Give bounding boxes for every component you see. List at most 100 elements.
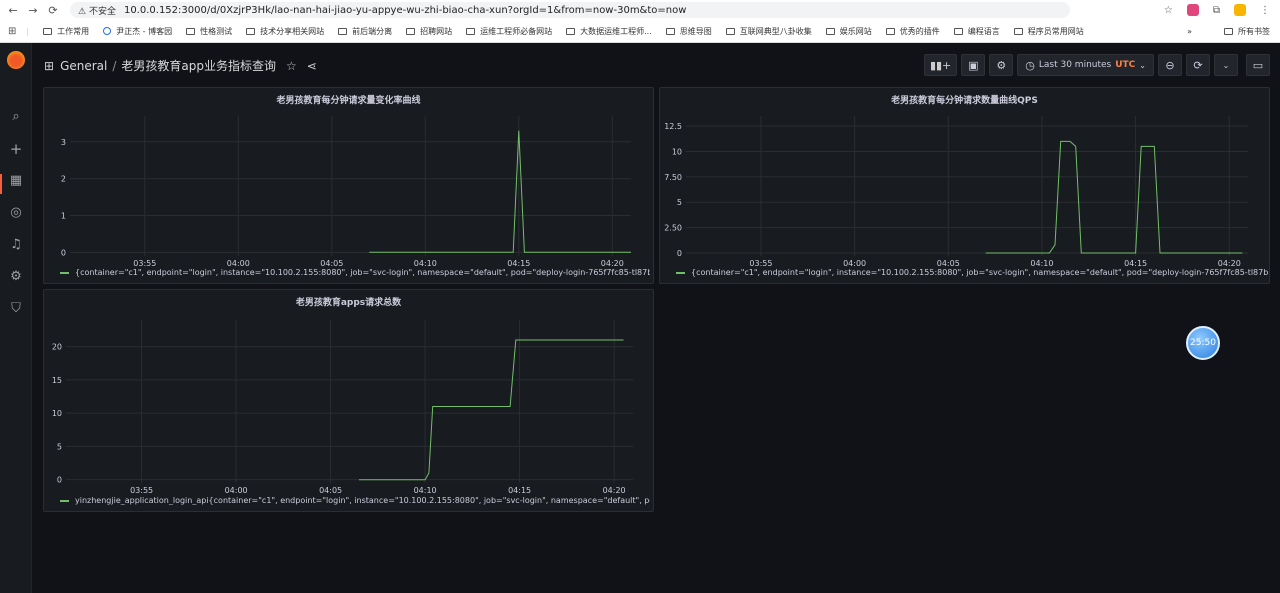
x-tick-label: 04:15 [507,259,530,268]
bookmark-item[interactable]: 性格测试 [186,26,232,37]
series-line [359,339,624,481]
bookmark-item[interactable]: 工作常用 [43,26,89,37]
zoom-out-button[interactable]: ⊖ [1158,54,1182,76]
bookmark-label: 技术分享相关网站 [260,26,325,36]
bookmark-item[interactable]: 前后端分离 [338,26,392,37]
alerting-bell-icon[interactable]: ♫ [8,237,24,253]
panel-legend[interactable]: {container="c1", endpoint="login", insta… [676,268,1268,277]
more-bookmarks-button[interactable]: » [1187,27,1192,36]
x-tick-label: 04:10 [1030,259,1053,268]
address-bar[interactable]: ⚠ 不安全 10.0.0.152:3000/d/0XzjrP3Hk/lao-na… [70,2,1070,18]
create-plus-icon[interactable]: + [8,141,24,157]
browser-toolbar: ← → ⟳ ⚠ 不安全 10.0.0.152:3000/d/0XzjrP3Hk/… [0,0,1280,20]
bookmark-item[interactable]: 编程语言 [953,26,1000,37]
bookmark-item[interactable]: 运维工程师必备网站 [466,26,552,37]
x-tick-label: 03:55 [133,259,156,268]
bookmark-item[interactable]: 招聘网站 [406,26,452,37]
bookmarks-bar: ⊞ | 工作常用 尹正杰 - 博客园 性格测试 技术分享相关网站 前后端分离 招聘网站 运维… [0,20,1280,43]
folder-icon [246,27,256,35]
panel-total-requests[interactable]: 老男孩教育apps请求总数 0 5 10 15 20 03:55 04:00 04:05 04:… [43,289,654,512]
y-tick-label: 0 [61,248,66,257]
bookmark-item[interactable]: 程序员常用网站 [1013,26,1084,37]
panel-qps[interactable]: 老男孩教育每分钟请求数量曲线QPS 0 2.50 5 7.50 10 12.5 03:55 0… [659,87,1270,284]
insecure-warning[interactable]: ⚠ 不安全 [78,4,116,17]
refresh-interval-button[interactable]: ⌄ [1214,54,1238,76]
y-tick-label: 2.50 [664,224,682,233]
grafana-logo-icon[interactable] [7,51,25,69]
y-tick-label: 10 [672,148,682,157]
refresh-button[interactable]: ⟳ [1186,54,1210,76]
panel-graph[interactable]: 0 2.50 5 7.50 10 12.5 03:55 04:00 04:05 04:10 04:1… [660,88,1271,285]
series-line [985,140,1243,254]
dashboards-icon[interactable]: ▦ [8,173,24,189]
bookmark-item[interactable]: 思维导图 [665,26,712,37]
bookmark-item[interactable]: 技术分享相关网站 [246,26,324,37]
x-tick-label: 04:20 [1218,259,1241,268]
reload-icon[interactable]: ⟳ [46,4,60,17]
profile-icon[interactable] [1234,4,1246,16]
bookmark-star-icon[interactable]: ☆ [1164,5,1173,16]
bookmark-label: 性格测试 [200,26,233,36]
time-picker-button[interactable]: ◷ Last 30 minutes UTC ⌄ [1017,54,1154,76]
floating-timer-bubble[interactable]: 25:50 [1186,326,1220,360]
dashboard-title[interactable]: 老男孩教育app业务指标查询 [121,57,276,74]
chevron-down-icon: ⌄ [1222,60,1230,70]
configuration-gear-icon[interactable]: ⚙ [8,269,24,285]
x-tick-label: 04:00 [843,259,866,268]
save-dashboard-button[interactable]: ▣ [961,54,986,76]
server-admin-shield-icon[interactable]: ⛉ [8,301,24,317]
share-icon[interactable]: ⋖ [307,59,317,73]
bookmark-label: 工作常用 [57,26,90,36]
timezone-label: UTC [1115,60,1136,70]
y-tick-label: 15 [52,376,62,385]
folder-icon [665,27,675,35]
refresh-icon: ⟳ [1193,58,1203,72]
panel-graph[interactable]: 0 5 10 15 20 03:55 04:00 04:05 04:10 04:15 04:20 [44,290,655,513]
panel-legend[interactable]: yinzhengjie_application_login_api{contai… [60,496,650,505]
legend-label[interactable]: {container="c1", endpoint="login", insta… [691,268,1268,277]
panel-graph[interactable]: 0 1 2 3 03:55 04:00 04:05 04:10 04:15 04:20 [44,88,655,285]
y-tick-label: 20 [52,343,62,352]
dashboard-grid-icon: ⊞ [44,58,55,73]
bookmark-item[interactable]: 互联网典型八卦收集 [725,26,812,37]
tv-mode-button[interactable]: ▭ [1246,54,1270,76]
search-icon[interactable]: ⌕ [8,109,24,125]
forward-icon[interactable]: → [26,4,40,17]
clock-icon: ◷ [1025,58,1035,72]
breadcrumb-folder[interactable]: General [60,59,107,73]
extension-icon[interactable] [1186,4,1199,16]
bookmark-label: 思维导图 [679,26,712,36]
panel-request-rate[interactable]: 老男孩教育每分钟请求量变化率曲线 0 1 2 3 03:55 04:00 04:05 04:1… [43,87,654,284]
x-tick-label: 04:10 [414,259,437,268]
menu-dots-icon[interactable]: ⋮ [1260,5,1270,16]
x-tick-label: 04:00 [225,486,248,495]
breadcrumb: ⊞ General / 老男孩教育app业务指标查询 ☆ ⋖ [44,57,317,74]
x-tick-label: 04:05 [319,486,342,495]
star-icon[interactable]: ☆ [286,59,297,73]
folder-icon [885,27,895,35]
panel-legend[interactable]: {container="c1", endpoint="login", insta… [60,268,650,277]
bookmark-item[interactable]: 大数据运维工程师... [566,26,652,37]
back-icon[interactable]: ← [6,4,20,17]
folder-icon [406,27,416,35]
extensions-puzzle-icon[interactable]: ⧉ [1213,5,1220,16]
bookmark-label: 大数据运维工程师... [580,26,652,36]
legend-label[interactable]: {container="c1", endpoint="login", insta… [75,268,650,277]
folder-icon [186,27,196,35]
explore-compass-icon[interactable]: ◎ [8,205,24,221]
url-text[interactable]: 10.0.0.152:3000/d/0XzjrP3Hk/lao-nan-hai-… [124,5,686,16]
folder-icon [1013,27,1023,35]
dashboard-settings-button[interactable]: ⚙ [989,54,1014,76]
y-tick-label: 0 [677,249,682,258]
all-bookmarks-label: 所有书签 [1238,26,1270,36]
bookmark-label: 招聘网站 [420,26,453,36]
folder-icon [953,27,963,35]
bookmark-item[interactable]: 优秀的插件 [885,26,940,37]
all-bookmarks-button[interactable]: 所有书签 [1224,26,1270,37]
legend-swatch [60,499,69,502]
bookmark-item[interactable]: 尹正杰 - 博客园 [103,26,172,37]
legend-label[interactable]: yinzhengjie_application_login_api{contai… [75,496,650,505]
apps-grid-icon[interactable]: ⊞ [8,26,16,37]
bookmark-item[interactable]: 娱乐网站 [825,26,872,37]
add-panel-button[interactable]: ▮▮+ [923,54,958,76]
